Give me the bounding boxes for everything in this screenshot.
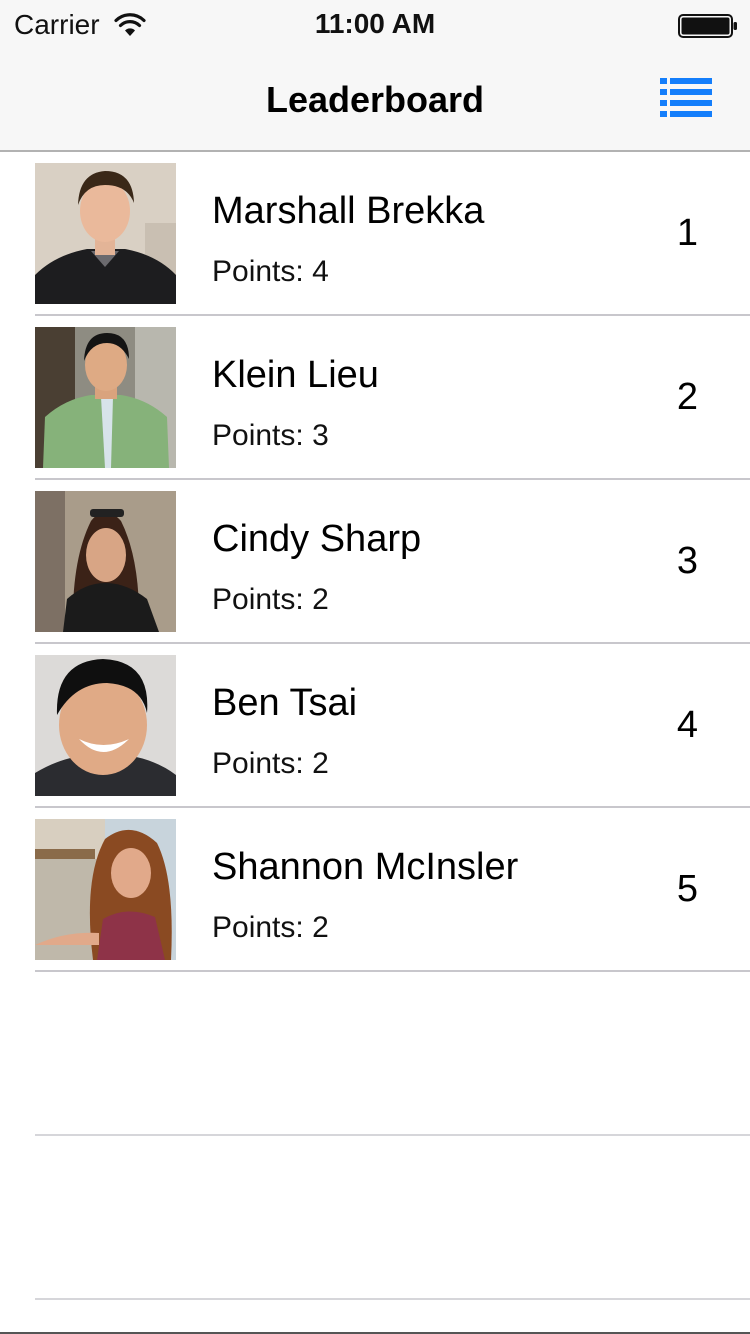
avatar xyxy=(35,491,176,632)
status-bar: Carrier 11:00 AM xyxy=(0,0,750,52)
player-name: Klein Lieu xyxy=(212,354,379,396)
player-rank: 3 xyxy=(676,540,698,582)
points-value: 2 xyxy=(312,747,329,780)
leaderboard-row[interactable]: Cindy Sharp Points: 2 3 xyxy=(0,480,750,644)
avatar-photo-icon xyxy=(35,163,176,304)
player-points: Points: 2 xyxy=(212,747,329,781)
player-rank: 2 xyxy=(676,376,698,418)
empty-table-row xyxy=(0,1136,750,1300)
avatar-photo-icon xyxy=(35,327,176,468)
points-value: 3 xyxy=(312,419,329,452)
player-rank: 4 xyxy=(676,704,698,746)
points-label: Points: xyxy=(212,255,304,288)
player-points: Points: 3 xyxy=(212,419,329,453)
avatar xyxy=(35,655,176,796)
points-value: 4 xyxy=(312,255,329,288)
player-name: Cindy Sharp xyxy=(212,518,422,560)
list-icon[interactable] xyxy=(658,76,714,120)
player-points: Points: 4 xyxy=(212,255,329,289)
player-points: Points: 2 xyxy=(212,583,329,617)
points-value: 2 xyxy=(312,583,329,616)
points-label: Points: xyxy=(212,583,304,616)
battery-icon xyxy=(678,14,737,38)
player-rank: 1 xyxy=(676,212,698,254)
navigation-bar: Leaderboard xyxy=(0,52,750,150)
player-name: Ben Tsai xyxy=(212,682,358,724)
player-name: Shannon McInsler xyxy=(212,846,519,888)
points-label: Points: xyxy=(212,747,304,780)
leaderboard-table: Marshall Brekka Points: 4 1 Klein Lieu P… xyxy=(0,152,750,1300)
player-rank: 5 xyxy=(676,868,698,910)
points-label: Points: xyxy=(212,419,304,452)
empty-table-row xyxy=(0,972,750,1136)
points-value: 2 xyxy=(312,911,329,944)
top-bar: Carrier 11:00 AM Leaderboard xyxy=(0,0,750,152)
leaderboard-row[interactable]: Marshall Brekka Points: 4 1 xyxy=(0,152,750,316)
avatar-photo-icon xyxy=(35,655,176,796)
avatar-photo-icon xyxy=(35,491,176,632)
status-time: 11:00 AM xyxy=(314,8,436,39)
avatar xyxy=(35,819,176,960)
points-label: Points: xyxy=(212,911,304,944)
player-name: Marshall Brekka xyxy=(212,190,485,232)
avatar xyxy=(35,327,176,468)
avatar xyxy=(35,163,176,304)
leaderboard-row[interactable]: Ben Tsai Points: 2 4 xyxy=(0,644,750,808)
leaderboard-screen: Carrier 11:00 AM Leaderboard Marshall Br… xyxy=(0,0,750,1334)
avatar-photo-icon xyxy=(35,819,176,960)
leaderboard-row[interactable]: Shannon McInsler Points: 2 5 xyxy=(0,808,750,972)
leaderboard-row[interactable]: Klein Lieu Points: 3 2 xyxy=(0,316,750,480)
page-title: Leaderboard xyxy=(265,79,485,120)
player-points: Points: 2 xyxy=(212,911,329,945)
